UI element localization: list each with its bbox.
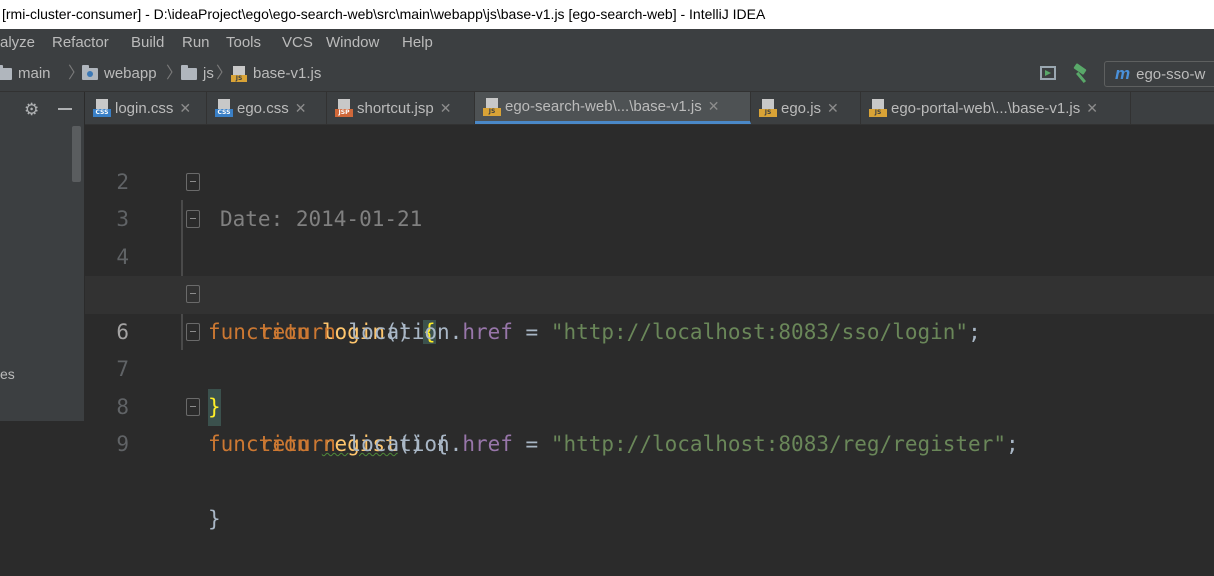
- menu-run[interactable]: Run: [182, 29, 210, 57]
- tab-ego-css[interactable]: CSS ego.css ✕: [207, 92, 327, 124]
- js-file-icon: JS: [759, 99, 777, 117]
- code-line[interactable]: 8 return location.href = "http://localho…: [85, 351, 1214, 457]
- breadcrumb-label: base-v1.js: [253, 65, 322, 82]
- breadcrumb-js[interactable]: js: [181, 57, 214, 91]
- project-panel: ⚙ es: [0, 92, 85, 421]
- tab-label: ego.js: [781, 99, 822, 117]
- tab-label: ego-search-web\...\base-v1.js: [505, 98, 702, 115]
- editor-tab-bar: CSS login.css ✕ CSS ego.css ✕ JSP shortc…: [85, 92, 1214, 125]
- jsp-file-icon: JSP: [335, 99, 353, 117]
- close-icon[interactable]: ✕: [179, 100, 191, 117]
- run-configuration-select[interactable]: m ego-sso-w: [1104, 61, 1214, 87]
- menu-refactor[interactable]: Refactor: [52, 29, 109, 57]
- close-icon[interactable]: ✕: [295, 100, 307, 117]
- breadcrumb-label: main: [18, 65, 51, 82]
- menu-window[interactable]: Window: [326, 29, 379, 57]
- operator: =: [512, 432, 551, 456]
- breadcrumb-label: webapp: [104, 65, 157, 82]
- run-config-label: ego-sso-w: [1136, 66, 1206, 83]
- fold-icon[interactable]: [186, 285, 200, 303]
- code-line[interactable]: 4 function login() {: [85, 201, 1214, 344]
- breadcrumb-label: js: [203, 65, 214, 82]
- breadcrumb-main[interactable]: main: [0, 57, 51, 91]
- code-line[interactable]: 7 function regist() {: [85, 314, 1214, 456]
- code-line-current[interactable]: 6 }: [85, 276, 1214, 426]
- tab-base-v1-portal-web[interactable]: JS ego-portal-web\...\base-v1.js ✕: [861, 92, 1131, 124]
- tab-shortcut-jsp[interactable]: JSP shortcut.jsp ✕: [327, 92, 475, 124]
- collapse-icon[interactable]: [58, 108, 72, 110]
- line-number: 9: [116, 432, 129, 456]
- menu-vcs[interactable]: VCS: [282, 29, 313, 57]
- window-title: [rmi-cluster-consumer] - D:\ideaProject\…: [2, 6, 766, 22]
- menu-help[interactable]: Help: [402, 29, 433, 57]
- chevron-right-icon: 〉: [166, 65, 183, 82]
- menu-build[interactable]: Build: [131, 29, 164, 57]
- close-icon[interactable]: ✕: [1086, 100, 1098, 117]
- window-title-bar: [rmi-cluster-consumer] - D:\ideaProject\…: [0, 0, 1214, 29]
- tab-label: ego-portal-web\...\base-v1.js: [891, 99, 1081, 117]
- maven-icon: m: [1115, 64, 1131, 83]
- build-hammer-icon[interactable]: [1070, 63, 1092, 85]
- project-scrollbar[interactable]: [72, 126, 81, 182]
- chevron-right-icon: 〉: [216, 65, 233, 82]
- project-tree-item[interactable]: es: [0, 366, 15, 382]
- object: location.: [348, 432, 463, 456]
- fold-icon[interactable]: [186, 172, 200, 191]
- string-literal: "http://localhost:8083/reg/register": [550, 432, 1006, 456]
- close-icon[interactable]: ✕: [708, 98, 720, 115]
- code-line[interactable]: 5 return location.href = "http://localho…: [85, 239, 1214, 344]
- breadcrumb-webapp[interactable]: webapp: [82, 57, 157, 91]
- code-line[interactable]: 3 */: [85, 164, 1214, 306]
- close-icon[interactable]: ✕: [827, 100, 839, 117]
- folder-icon: [181, 65, 197, 80]
- menu-bar: alyze Refactor Build Run Tools VCS Windo…: [0, 29, 1214, 57]
- fold-icon[interactable]: [186, 210, 200, 228]
- navigation-bar: main 〉 webapp 〉 js 〉 JS base-v1.js: [0, 57, 1214, 92]
- tab-base-v1-search-web[interactable]: JS ego-search-web\...\base-v1.js ✕: [475, 92, 751, 124]
- tab-label: login.css: [115, 99, 174, 117]
- breadcrumb-file[interactable]: JS base-v1.js: [231, 57, 321, 91]
- close-icon[interactable]: ✕: [440, 100, 452, 117]
- css-file-icon: CSS: [215, 99, 233, 117]
- run-console-icon[interactable]: [1040, 66, 1056, 80]
- js-file-icon: JS: [231, 66, 247, 82]
- field: href: [462, 432, 513, 456]
- code-editor[interactable]: 2 Date: 2014-01-21 3 */ 4 function login…: [85, 125, 1214, 531]
- js-file-icon: JS: [483, 97, 501, 116]
- tab-ego-js[interactable]: JS ego.js ✕: [751, 92, 861, 124]
- css-file-icon: CSS: [93, 99, 111, 117]
- fold-icon[interactable]: [186, 322, 200, 341]
- tab-label: ego.css: [237, 99, 289, 117]
- gear-icon[interactable]: ⚙: [24, 100, 39, 120]
- fold-icon[interactable]: [186, 397, 200, 416]
- keyword: return: [260, 432, 336, 456]
- code-text: return location.href = "http://localhost…: [260, 426, 1019, 464]
- menu-tools[interactable]: Tools: [226, 29, 261, 57]
- web-folder-icon: [82, 65, 98, 80]
- tab-login-css[interactable]: CSS login.css ✕: [85, 92, 207, 124]
- code-text: }: [208, 507, 221, 531]
- js-file-icon: JS: [869, 99, 887, 117]
- folder-icon: [0, 65, 12, 80]
- code-line[interactable]: 2 Date: 2014-01-21: [85, 126, 1214, 232]
- tab-label: shortcut.jsp: [357, 99, 434, 117]
- code-line[interactable]: 9 }: [85, 389, 1214, 531]
- punctuation: ;: [1005, 432, 1019, 456]
- menu-analyze[interactable]: alyze: [0, 29, 35, 57]
